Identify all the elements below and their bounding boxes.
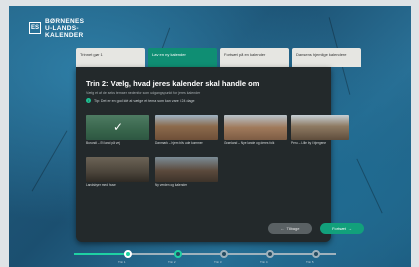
wall-texture: [31, 130, 68, 192]
logo-text: BØRNENES U-LANDS- KALENDER: [45, 17, 85, 39]
arrow-left-icon: ←: [280, 226, 285, 231]
progress-stepper: Trin 1 Trin 2 Trin 3 Trin 4 Trin 5: [70, 250, 340, 264]
theme-caption: Peru – Lille by i bjergene: [291, 141, 327, 145]
theme-caption: Ny verden og kalender: [155, 183, 188, 187]
progress-step-label: Trin 2: [168, 260, 176, 264]
back-label: Tilbage: [286, 226, 300, 231]
theme-caption: Burundi – Et land på vej: [86, 141, 120, 145]
step-tabs: Trinnet gør 1 Lav en ny kalender Fortsæt…: [76, 48, 361, 67]
tab-home-calendars[interactable]: Dansens hjemlige kalendere: [292, 48, 361, 67]
app-logo[interactable]: ES BØRNENES U-LANDS- KALENDER: [29, 15, 124, 41]
step-title: Trin 2: Vælg, hvad jeres kalender skal h…: [86, 79, 260, 88]
progress-step-label: Trin 1: [118, 260, 126, 264]
theme-card[interactable]: ✓ Burundi – Et land på vej: [86, 115, 149, 145]
theme-card[interactable]: Landsbyer med huse: [86, 157, 149, 187]
tip-row: i Tip: Det er en god idé at vælge et tem…: [86, 98, 195, 103]
wall-texture: [356, 158, 383, 214]
theme-card[interactable]: Grønland – Nye lande og deres folk: [224, 115, 287, 145]
continue-button[interactable]: Fortsæt →: [320, 223, 364, 234]
continue-label: Fortsæt: [332, 226, 346, 231]
progress-fill: [74, 253, 124, 255]
theme-caption: Landsbyer med huse: [86, 183, 116, 187]
theme-caption: Grønland – Nye lande og deres folk: [224, 141, 275, 145]
tip-text: Tip: Det er en god idé at vælge et tema …: [94, 98, 195, 103]
info-icon: i: [86, 98, 91, 103]
theme-caption: Danmark – hjem bliv ude kommer: [155, 141, 203, 145]
checkmark-icon: ✓: [112, 120, 124, 134]
tab-continue-calendar[interactable]: Fortsæt på en kalender: [220, 48, 289, 67]
tab-start[interactable]: Trinnet gør 1: [76, 48, 145, 67]
tab-new-calendar[interactable]: Lav en ny kalender: [148, 48, 217, 67]
progress-step-label: Trin 3: [214, 260, 222, 264]
progress-step-label: Trin 5: [306, 260, 314, 264]
theme-image: [224, 115, 287, 140]
theme-image: ✓: [86, 115, 149, 140]
step-subtitle: Vælg et af de seks temaer nedenfor som u…: [86, 91, 201, 95]
theme-image: [155, 115, 218, 140]
progress-step-label: Trin 4: [260, 260, 268, 264]
progress-step[interactable]: [312, 250, 320, 258]
theme-image: [155, 157, 218, 182]
progress-step[interactable]: [174, 250, 182, 258]
theme-card[interactable]: Danmark – hjem bliv ude kommer: [155, 115, 218, 145]
theme-card[interactable]: Peru – Lille by i bjergene: [291, 115, 351, 145]
arrow-right-icon: →: [347, 226, 352, 231]
progress-step[interactable]: [124, 250, 132, 258]
wizard-panel: Trin 2: Vælg, hvad jeres kalender skal h…: [76, 67, 364, 242]
logo-mark: ES: [29, 22, 41, 34]
progress-step[interactable]: [220, 250, 228, 258]
theme-image: [291, 115, 349, 140]
theme-card[interactable]: Ny verden og kalender: [155, 157, 218, 187]
theme-image: [86, 157, 149, 182]
progress-step[interactable]: [266, 250, 274, 258]
back-button[interactable]: ← Tilbage: [268, 223, 312, 234]
